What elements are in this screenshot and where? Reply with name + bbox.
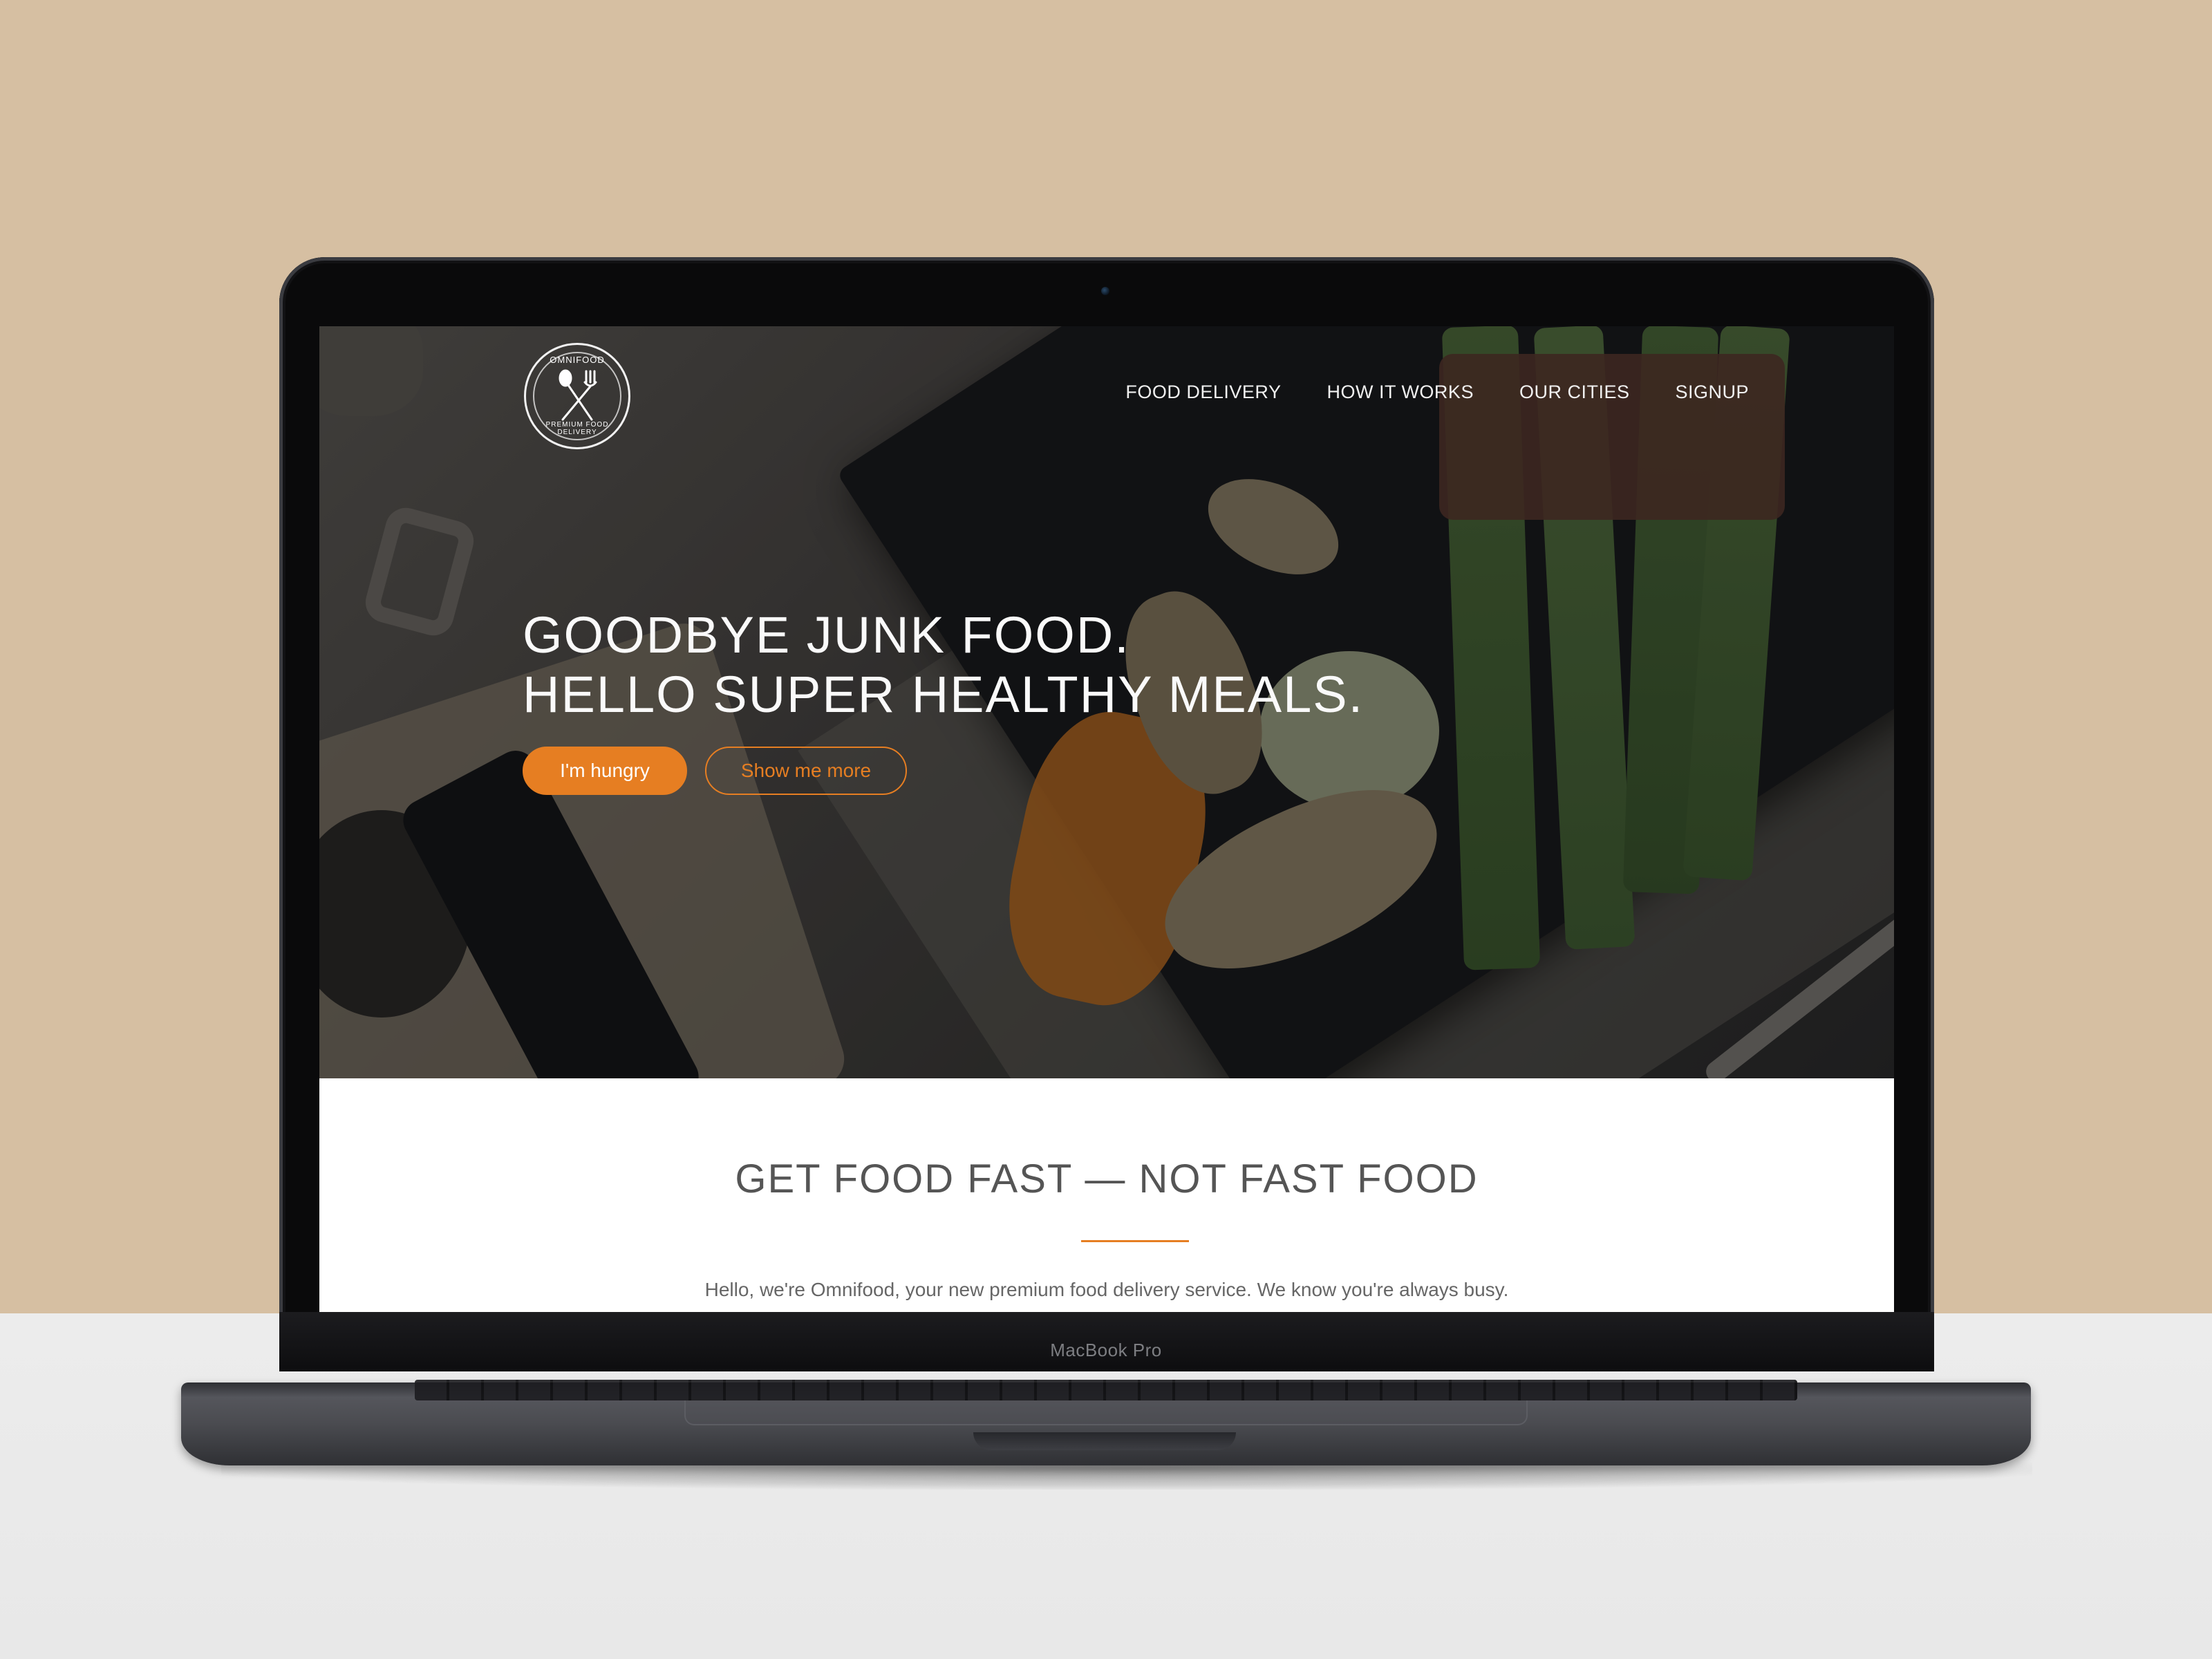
device-label: MacBook Pro <box>1050 1340 1162 1360</box>
laptop-screen: OMNIFOOD PREMIUM FOOD DELIVERY FOOD DELI… <box>319 326 1894 1312</box>
webcam-icon <box>1101 287 1109 295</box>
hero-headline: GOODBYE JUNK FOOD. HELLO SUPER HEALTHY M… <box>523 606 1364 724</box>
lid-notch <box>973 1432 1236 1450</box>
nav-how-it-works[interactable]: HOW IT WORKS <box>1327 382 1474 403</box>
hero-headline-line2: HELLO SUPER HEALTHY MEALS. <box>523 666 1365 723</box>
keyboard <box>415 1380 1797 1400</box>
im-hungry-button[interactable]: I'm hungry <box>523 747 687 795</box>
main-nav: FOOD DELIVERY HOW IT WORKS OUR CITIES SI… <box>1125 382 1749 403</box>
trackpad <box>684 1400 1528 1425</box>
hero-section: OMNIFOOD PREMIUM FOOD DELIVERY FOOD DELI… <box>319 326 1894 1078</box>
logo-top-text: OMNIFOOD <box>550 355 605 365</box>
section-intro-text: Hello, we're Omnifood, your new premium … <box>704 1279 1509 1300</box>
nav-our-cities[interactable]: OUR CITIES <box>1519 382 1630 403</box>
features-section: GET FOOD FAST — NOT FAST FOOD Hello, we'… <box>319 1078 1894 1312</box>
hero-headline-line1: GOODBYE JUNK FOOD. <box>523 606 1130 664</box>
nav-food-delivery[interactable]: FOOD DELIVERY <box>1125 382 1281 403</box>
show-me-more-button[interactable]: Show me more <box>705 747 907 795</box>
spoon-fork-icon <box>559 369 597 421</box>
section-title: GET FOOD FAST — NOT FAST FOOD <box>735 1156 1479 1201</box>
logo-bottom-text: PREMIUM FOOD DELIVERY <box>545 421 609 436</box>
title-underline <box>1081 1240 1189 1242</box>
nav-signup[interactable]: SIGNUP <box>1675 382 1749 403</box>
omnifood-logo[interactable]: OMNIFOOD PREMIUM FOOD DELIVERY <box>524 343 630 449</box>
